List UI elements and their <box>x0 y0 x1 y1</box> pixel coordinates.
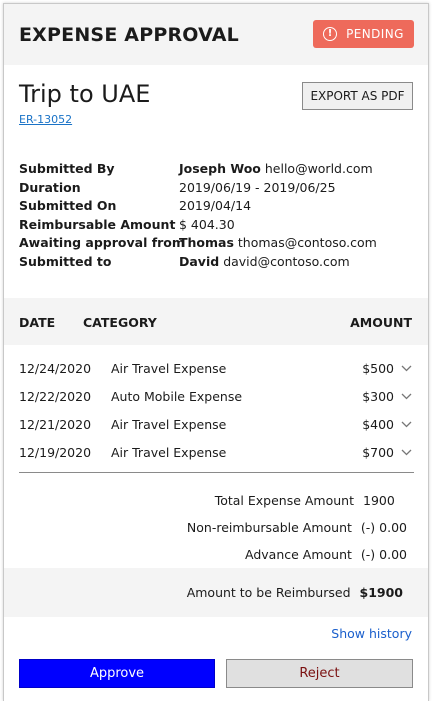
expense-row[interactable]: 12/24/2020 Air Travel Expense $500 <box>19 354 414 382</box>
fact-value: David david@contoso.com <box>179 253 350 272</box>
reject-button[interactable]: Reject <box>226 659 413 688</box>
submitter-name: Joseph Woo <box>179 161 261 176</box>
fact-value: $ 404.30 <box>179 216 235 232</box>
expense-date: 12/22/2020 <box>19 388 92 404</box>
column-header-date: DATE <box>19 315 56 330</box>
export-pdf-button[interactable]: EXPORT AS PDF <box>302 82 413 110</box>
expense-list: 12/24/2020 Air Travel Expense $500 12/22… <box>19 354 414 466</box>
expense-row[interactable]: 12/22/2020 Auto Mobile Expense $300 <box>19 382 414 410</box>
advance-label: Advance Amount <box>245 547 352 562</box>
expense-amount: $300 <box>362 388 394 404</box>
report-id-link[interactable]: ER-13052 <box>19 113 72 126</box>
nonreimbursable-value: (-) 0.00 <box>360 520 407 535</box>
fact-set: Submitted By Joseph Woo hello@world.com … <box>19 160 377 271</box>
card-title: EXPENSE APPROVAL <box>19 24 239 46</box>
fact-label: Reimbursable Amount <box>19 216 176 232</box>
expense-category: Air Travel Expense <box>111 444 227 460</box>
reimbursement-summary: Amount to be Reimbursed $1900 <box>4 568 428 617</box>
card-header: EXPENSE APPROVAL ! PENDING <box>4 4 428 65</box>
column-header-amount: AMOUNT <box>350 315 412 330</box>
fact-submitted-on: Submitted On 2019/04/14 <box>19 197 377 216</box>
expense-amount: $500 <box>362 360 394 376</box>
totals-divider <box>19 472 414 473</box>
fact-label: Submitted On <box>19 198 117 213</box>
recipient-name: David <box>179 253 220 269</box>
submitter-email: hello@world.com <box>264 161 373 176</box>
total-expense-label: Total Expense Amount <box>214 493 354 508</box>
total-expense-row: Total Expense Amount 1900 <box>4 487 407 514</box>
approver-email: thomas@contoso.com <box>237 235 377 250</box>
advance-value: (-) 0.00 <box>360 547 407 562</box>
fact-value: Joseph Woo hello@world.com <box>179 160 373 179</box>
status-label: PENDING <box>346 27 404 41</box>
fact-label: Duration <box>19 179 81 195</box>
info-icon: ! <box>323 27 338 41</box>
expense-amount: $400 <box>362 416 394 432</box>
fact-value: 2019/06/19 - 2019/06/25 <box>179 179 336 195</box>
nonreimbursable-label: Non-reimbursable Amount <box>186 520 352 535</box>
fact-submitted-by: Submitted By Joseph Woo hello@world.com <box>19 160 377 179</box>
fact-duration: Duration 2019/06/19 - 2019/06/25 <box>19 179 377 198</box>
fact-reimbursable: Reimbursable Amount $ 404.30 <box>19 216 377 235</box>
advance-row: Advance Amount (-) 0.00 <box>4 541 407 568</box>
expense-date: 12/19/2020 <box>19 444 92 460</box>
fact-value: 2019/04/14 <box>179 198 252 213</box>
approve-button[interactable]: Approve <box>19 659 215 688</box>
expense-category: Auto Mobile Expense <box>111 388 243 404</box>
chevron-down-icon[interactable] <box>398 360 414 376</box>
chevron-down-icon[interactable] <box>398 444 414 460</box>
expense-date: 12/24/2020 <box>19 360 92 376</box>
expense-category: Air Travel Expense <box>111 416 227 432</box>
expense-row[interactable]: 12/19/2020 Air Travel Expense $700 <box>19 438 414 466</box>
chevron-down-icon[interactable] <box>398 416 414 432</box>
totals-section: Total Expense Amount 1900 Non-reimbursab… <box>4 487 407 568</box>
expense-row[interactable]: 12/21/2020 Air Travel Expense $400 <box>19 410 414 438</box>
status-badge: ! PENDING <box>313 20 414 48</box>
total-expense-value: 1900 <box>363 493 395 508</box>
expense-approval-card: EXPENSE APPROVAL ! PENDING Trip to UAE E… <box>3 3 429 701</box>
fact-label: Submitted to <box>19 253 112 269</box>
chevron-down-icon[interactable] <box>398 388 414 404</box>
expense-amount: $700 <box>362 444 394 460</box>
reimbursed-label: Amount to be Reimbursed <box>186 585 351 600</box>
expense-date: 12/21/2020 <box>19 416 92 432</box>
fact-label: Submitted By <box>19 161 115 176</box>
nonreimbursable-row: Non-reimbursable Amount (-) 0.00 <box>4 514 407 541</box>
fact-value: Thomas thomas@contoso.com <box>179 234 377 253</box>
show-history-link[interactable]: Show history <box>331 626 412 641</box>
reimbursed-value: $1900 <box>359 585 404 600</box>
expense-category: Air Travel Expense <box>111 360 227 376</box>
fact-submitted-to: Submitted to David david@contoso.com <box>19 253 377 272</box>
recipient-email: david@contoso.com <box>223 253 350 269</box>
column-header-category: CATEGORY <box>83 315 157 330</box>
fact-awaiting: Awaiting approval from Thomas thomas@con… <box>19 234 377 253</box>
fact-label: Awaiting approval from <box>19 235 185 250</box>
table-header: DATE CATEGORY AMOUNT <box>4 298 428 345</box>
trip-title: Trip to UAE <box>19 80 151 108</box>
approver-name: Thomas <box>179 235 234 250</box>
